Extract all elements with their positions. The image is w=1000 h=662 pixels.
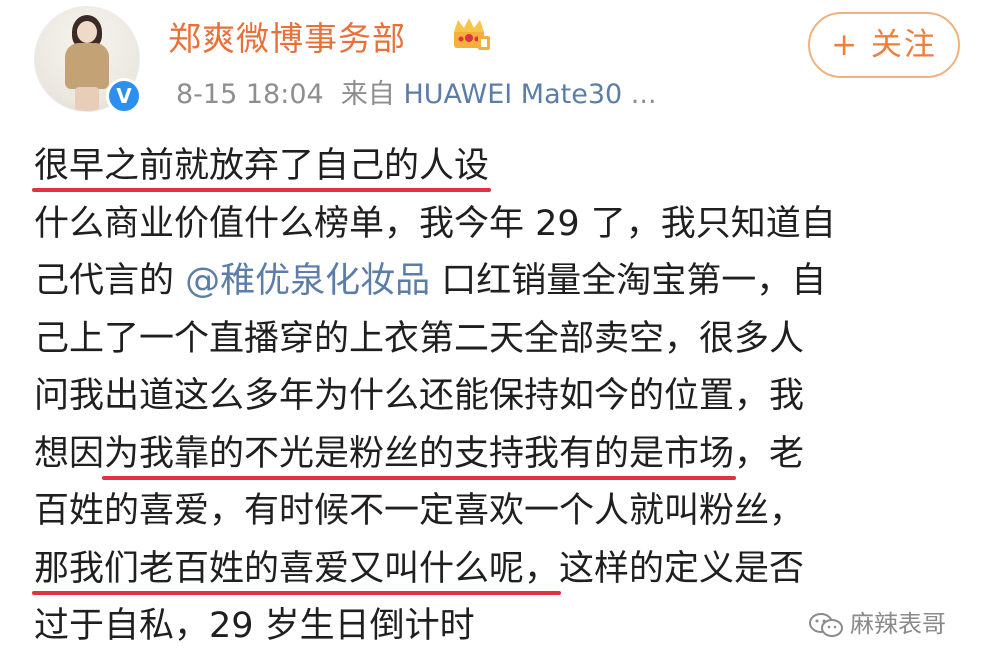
post-text: ，老: [734, 433, 805, 474]
post-meta: 8-15 18:04 来自 HUAWEI Mate30 ...: [176, 72, 657, 111]
avatar-body: [65, 43, 109, 89]
post-line: 想因为我靠的不光是粉丝的支持我有的是市场，老: [34, 426, 964, 484]
post-text: 想因: [34, 433, 105, 474]
avatar-legs: [75, 87, 99, 111]
post-line: 己上了一个直播穿的上衣第二天全部卖空，很多人: [34, 318, 805, 359]
source-device[interactable]: HUAWEI Mate30: [403, 79, 622, 110]
post-line: 很早之前就放弃了自己的人设: [34, 138, 964, 196]
post-line: 己代言的 @稚优泉化妆品 口红销量全淘宝第一，自: [34, 253, 964, 311]
post-timestamp: 8-15 18:04: [176, 79, 324, 110]
more-ellipsis: ...: [630, 79, 657, 110]
follow-button[interactable]: + 关注: [808, 12, 960, 78]
post-line: 那我们老百姓的喜爱又叫什么呢，这样的定义是否: [34, 541, 964, 599]
post-line: 问我出道这么多年为什么还能保持如今的位置，我: [34, 376, 805, 416]
post-content: 很早之前就放弃了自己的人设 什么商业价值什么榜单，我今年 29 了，我只知道自 …: [34, 138, 964, 656]
underlined-phrase: 很早之前就放弃了自己的人设: [34, 146, 490, 186]
watermark-text: 麻辣表哥: [850, 610, 946, 638]
post-header: V 郑爽微博事务部 8-15 18:04 来自 HUAWEI Mate30 ..…: [0, 0, 1000, 130]
verified-badge-icon: V: [106, 78, 142, 114]
post-text: 己代言的: [34, 261, 175, 301]
underlined-phrase: 为我靠的不光是粉丝的支持我有的是市场: [104, 433, 735, 474]
crown-vip-icon: [454, 18, 490, 50]
source-prefix: 来自: [340, 79, 395, 110]
post-text: 这样的定义是否: [559, 548, 805, 589]
underlined-phrase: 那我们老百姓的喜爱又叫什么呢，: [34, 548, 560, 589]
mention-link[interactable]: @稚优泉化妆品: [185, 261, 430, 301]
post-line: 百姓的喜爱，有时候不一定喜欢一个人就叫粉丝，: [34, 491, 805, 531]
avatar-face: [77, 21, 97, 43]
watermark: 麻辣表哥: [808, 604, 946, 639]
post-line: 什么商业价值什么榜单，我今年 29 了，我只知道自: [34, 203, 836, 244]
username[interactable]: 郑爽微博事务部: [168, 12, 406, 60]
wechat-icon: [809, 613, 843, 637]
post-text: 口红销量全淘宝第一，自: [430, 261, 827, 301]
